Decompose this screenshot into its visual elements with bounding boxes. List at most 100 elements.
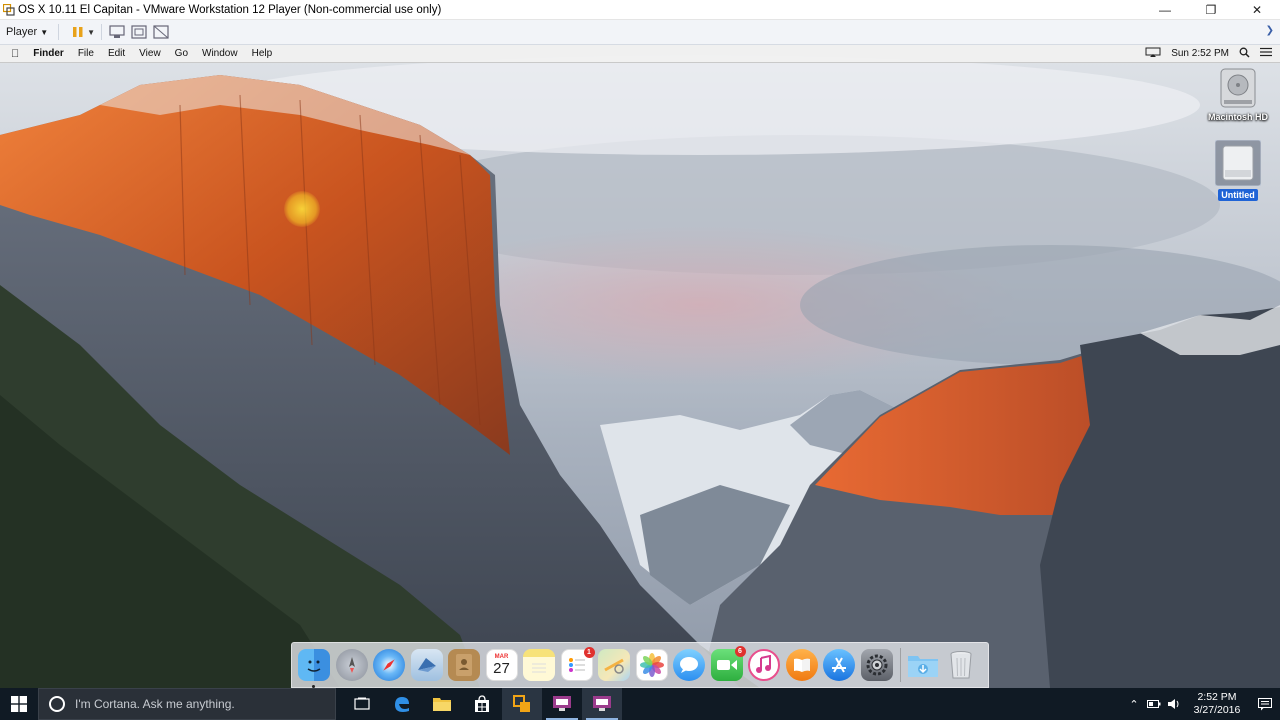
dock-system-preferences[interactable] [860,649,893,681]
photos-icon [639,653,664,677]
desktop-icon-label: Macintosh HD [1207,112,1268,122]
file-explorer-icon [433,698,451,711]
taskbar-time: 2:52 PM [1197,691,1237,703]
menu-edit[interactable]: Edit [108,48,125,59]
menu-go[interactable]: Go [175,48,188,59]
task-view-button[interactable] [342,688,382,720]
fullscreen-icon [131,25,147,39]
close-button[interactable]: ✕ [1234,0,1280,20]
cortana-icon [49,696,65,712]
minimize-button[interactable]: — [1142,0,1188,20]
menubar-clock[interactable]: Sun 2:52 PM [1171,48,1229,59]
unity-button[interactable] [150,22,172,42]
itunes-icon [756,655,771,673]
taskbar-vm-window-2[interactable] [582,688,622,720]
dock-mail[interactable] [410,649,443,681]
menu-file[interactable]: File [78,48,94,59]
dock-reminders[interactable]: 1 [560,647,595,681]
battery-icon[interactable] [1144,700,1164,708]
notification-badge: 6 [734,646,746,657]
dropdown-arrow-icon: ▼ [40,27,49,37]
vmware-player-icon [513,695,530,712]
dock-photos[interactable] [635,649,668,681]
dock-messages[interactable] [673,649,705,681]
vmware-app-icon [2,3,15,16]
start-button[interactable] [0,688,38,720]
vm-window-icon [593,696,611,711]
dock-contacts[interactable] [448,649,480,681]
app-store-icon [832,657,846,673]
menu-view[interactable]: View [139,48,161,59]
facetime-icon [716,660,737,670]
reminders-icon [568,658,585,672]
dock-facetime[interactable]: 6 [710,646,746,681]
dock-downloads[interactable] [907,649,939,681]
restore-icon: ❐ [1205,2,1217,17]
hard-drive-icon [1220,68,1256,108]
player-menu-button[interactable]: Player ▼ [6,26,48,38]
contacts-icon [456,654,472,676]
windows-logo-icon [11,696,27,712]
mouse-cursor-highlight [284,191,320,227]
taskbar-store[interactable] [462,688,502,720]
dock-maps[interactable] [598,649,630,681]
ibooks-icon [793,658,810,672]
safari-icon [383,659,395,671]
minimize-icon: — [1159,2,1171,17]
menu-window[interactable]: Window [202,48,238,59]
toolbar-overflow-icon[interactable]: ❯ [1266,25,1274,36]
dock-launchpad[interactable] [335,649,368,681]
player-menu-label: Player [6,26,38,38]
dock-trash[interactable] [945,649,977,681]
menu-finder[interactable]: Finder [33,48,64,59]
window-title: OS X 10.11 El Capitan - VMware Workstati… [18,3,442,16]
finder-icon [307,660,321,672]
launchpad-icon [348,657,355,673]
taskbar-file-explorer[interactable] [422,688,462,720]
fullscreen-button[interactable] [128,22,150,42]
taskbar-vmware-player[interactable] [502,688,542,720]
restore-button[interactable]: ❐ [1188,0,1234,20]
pause-dropdown-button[interactable]: ▼ [85,22,97,42]
apple-menu-icon[interactable]:  [11,48,19,60]
taskbar-clock[interactable]: 2:52 PM 3/27/2016 [1184,691,1250,717]
dock-finder[interactable] [298,649,330,688]
send-ctrl-alt-del-button[interactable] [106,22,128,42]
action-center-button[interactable] [1250,697,1280,711]
dock-notes[interactable] [523,649,555,681]
mac-dock: MAR 27 1 6 [291,642,989,688]
desktop-icon-macintosh-hd[interactable]: Macintosh HD [1206,67,1270,122]
el-capitan-wallpaper [0,45,1280,688]
dock-ibooks[interactable] [785,649,818,681]
maps-icon [604,658,624,674]
volume-icon[interactable] [1164,698,1184,710]
cortana-search-box[interactable]: I'm Cortana. Ask me anything. [38,688,336,720]
calendar-day: 27 [493,660,510,677]
dock-itunes[interactable] [748,649,780,681]
dock-safari[interactable] [373,649,405,681]
dock-separator [900,648,901,682]
system-tray: ⌃ 2:52 PM 3/27/2016 [1124,688,1280,720]
vmware-toolbar: Player ▼ ▼ ❯ [0,20,1280,45]
windows-taskbar: I'm Cortana. Ask me anything. ⌃ 2:52 PM … [0,688,1280,720]
toolbar-divider [101,24,103,40]
menu-help[interactable]: Help [252,48,273,59]
system-preferences-icon [866,654,887,676]
edge-icon [395,697,409,712]
taskbar-vm-window-1[interactable] [542,688,582,720]
dock-app-store[interactable] [823,649,855,681]
vm-guest-screen[interactable]:  Finder File Edit View Go Window Help S… [0,45,1280,688]
taskbar-edge[interactable] [382,688,422,720]
airplay-display-icon[interactable] [1145,47,1161,61]
trash-icon [950,651,971,679]
show-hidden-icons-chevron[interactable]: ⌃ [1124,698,1144,711]
desktop-icon-untitled[interactable]: Untitled [1206,140,1270,201]
mac-menu-bar:  Finder File Edit View Go Window Help S… [0,45,1280,63]
action-center-icon [1258,697,1272,710]
notification-badge: 1 [583,647,595,658]
messages-icon [680,657,698,673]
spotlight-search-icon[interactable] [1239,47,1250,61]
notification-center-icon[interactable] [1260,47,1272,60]
taskbar-date: 3/27/2016 [1193,704,1241,716]
dock-calendar[interactable]: MAR 27 [485,649,518,681]
